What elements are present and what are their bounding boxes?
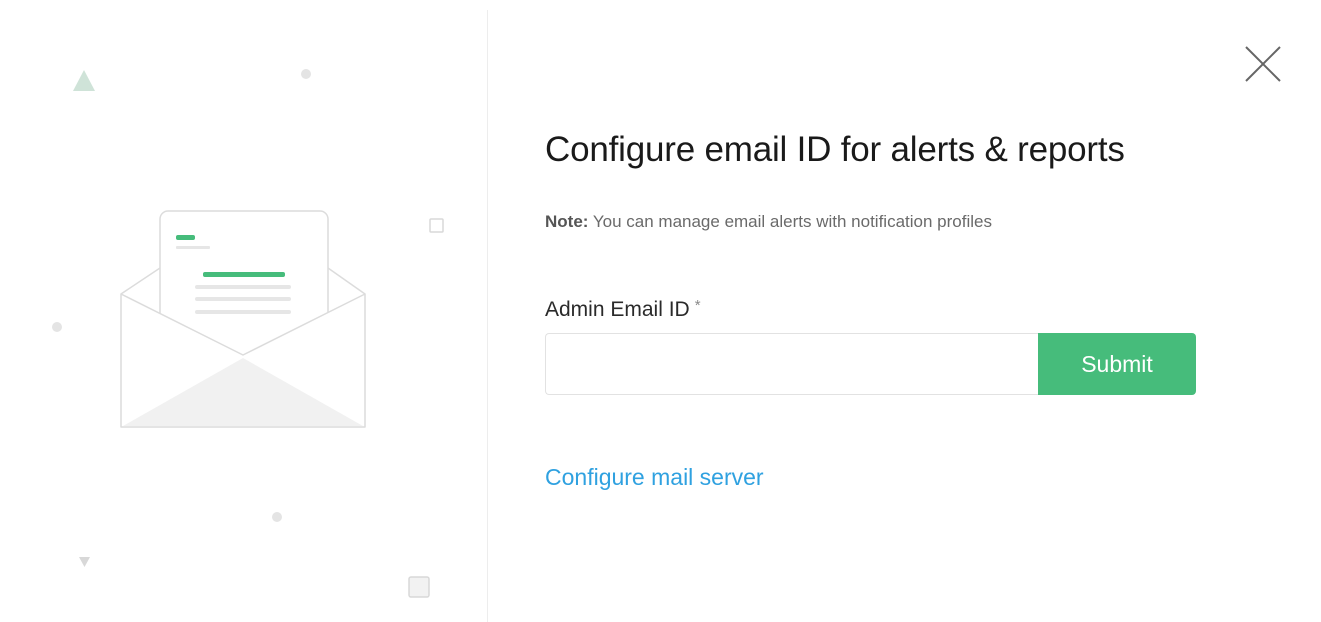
panel-divider bbox=[487, 10, 488, 622]
note-body: You can manage email alerts with notific… bbox=[588, 212, 992, 231]
note-label: Note: bbox=[545, 212, 589, 231]
square-decoration bbox=[429, 218, 444, 233]
required-mark: * bbox=[694, 297, 701, 314]
square-decoration bbox=[408, 576, 430, 598]
dot-decoration bbox=[301, 69, 311, 79]
dot-decoration bbox=[272, 512, 282, 522]
triangle-down-decoration bbox=[79, 557, 90, 567]
close-icon[interactable] bbox=[1243, 44, 1283, 84]
envelope-illustration bbox=[52, 69, 444, 598]
admin-email-input[interactable] bbox=[545, 333, 1040, 395]
close-button[interactable] bbox=[1243, 44, 1283, 84]
dot-decoration bbox=[52, 322, 62, 332]
submit-button[interactable]: Submit bbox=[1038, 333, 1196, 395]
admin-email-label: Admin Email ID * bbox=[545, 297, 701, 322]
dialog-title: Configure email ID for alerts & reports bbox=[545, 130, 1125, 169]
triangle-up-decoration bbox=[73, 70, 95, 91]
configure-mail-server-link[interactable]: Configure mail server bbox=[545, 464, 764, 491]
illustration-panel bbox=[0, 0, 487, 622]
admin-email-label-text: Admin Email ID bbox=[545, 298, 690, 321]
configure-email-dialog: Configure email ID for alerts & reports … bbox=[0, 0, 1321, 622]
note-text: Note: You can manage email alerts with n… bbox=[545, 212, 992, 232]
